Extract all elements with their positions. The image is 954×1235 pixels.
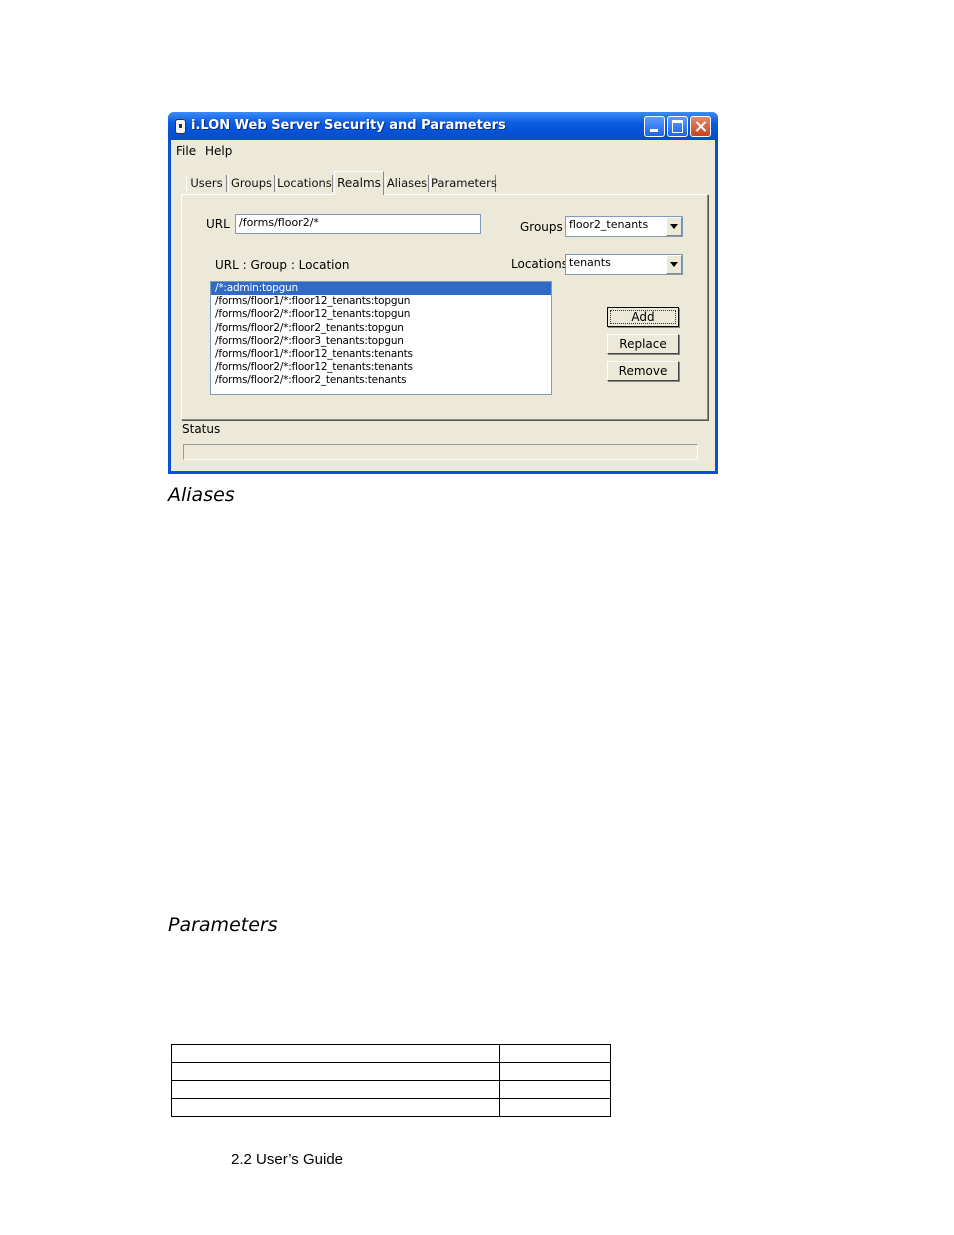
list-header-label: URL : Group : Location: [215, 258, 350, 272]
menu-help[interactable]: Help: [205, 144, 232, 158]
locations-select-value: tenants: [569, 256, 611, 269]
add-button[interactable]: Add: [607, 307, 679, 327]
menu-file[interactable]: File: [176, 144, 196, 158]
list-item[interactable]: /forms/floor2/*:floor3_tenants:topgun: [211, 335, 551, 348]
realms-listbox[interactable]: /*:admin:topgun /forms/floor1/*:floor12_…: [210, 281, 552, 395]
tab-parameters[interactable]: Parameters: [430, 175, 497, 192]
table-row: [171, 1080, 611, 1099]
status-bar: [183, 444, 698, 460]
chevron-down-icon[interactable]: [666, 255, 682, 274]
list-item[interactable]: /forms/floor2/*:floor2_tenants:tenants: [211, 374, 551, 387]
tab-locations[interactable]: Locations: [276, 175, 333, 192]
tab-groups[interactable]: Groups: [228, 175, 275, 192]
menu-bar: File Help: [171, 141, 715, 161]
status-label: Status: [182, 422, 221, 436]
tab-aliases[interactable]: Aliases: [385, 175, 429, 192]
table-row: [171, 1098, 611, 1117]
url-input[interactable]: /forms/floor2/*: [235, 214, 481, 234]
parameters-table: [171, 1044, 611, 1117]
tab-realms[interactable]: Realms: [334, 171, 384, 195]
window-title: i.LON Web Server Security and Parameters: [191, 118, 506, 133]
close-button[interactable]: [690, 116, 711, 137]
groups-label: Groups: [520, 220, 563, 234]
url-label: URL: [206, 217, 230, 231]
groups-select-value: floor2_tenants: [569, 218, 649, 231]
groups-select[interactable]: floor2_tenants: [565, 216, 683, 237]
replace-button[interactable]: Replace: [607, 334, 679, 354]
list-item[interactable]: /forms/floor1/*:floor12_tenants:tenants: [211, 348, 551, 361]
lock-icon: [175, 119, 186, 134]
parameters-heading: Parameters: [168, 914, 278, 936]
locations-label: Locations: [511, 257, 569, 271]
list-item[interactable]: /forms/floor2/*:floor12_tenants:topgun: [211, 308, 551, 321]
table-row: [171, 1044, 611, 1063]
list-item[interactable]: /forms/floor2/*:floor12_tenants:tenants: [211, 361, 551, 374]
chevron-down-icon[interactable]: [666, 217, 682, 236]
aliases-heading: Aliases: [168, 484, 235, 506]
remove-button[interactable]: Remove: [607, 361, 679, 381]
tab-users[interactable]: Users: [186, 175, 227, 192]
locations-select[interactable]: tenants: [565, 254, 683, 275]
minimize-button[interactable]: [644, 116, 665, 137]
list-item[interactable]: /*:admin:topgun: [211, 282, 551, 296]
list-item[interactable]: /forms/floor2/*:floor2_tenants:topgun: [211, 322, 551, 335]
table-row: [171, 1062, 611, 1081]
maximize-button[interactable]: [667, 116, 688, 137]
list-item[interactable]: /forms/floor1/*:floor12_tenants:topgun: [211, 295, 551, 308]
title-bar[interactable]: i.LON Web Server Security and Parameters: [168, 112, 718, 140]
page-footer: 2.2 User’s Guide: [231, 1151, 344, 1168]
